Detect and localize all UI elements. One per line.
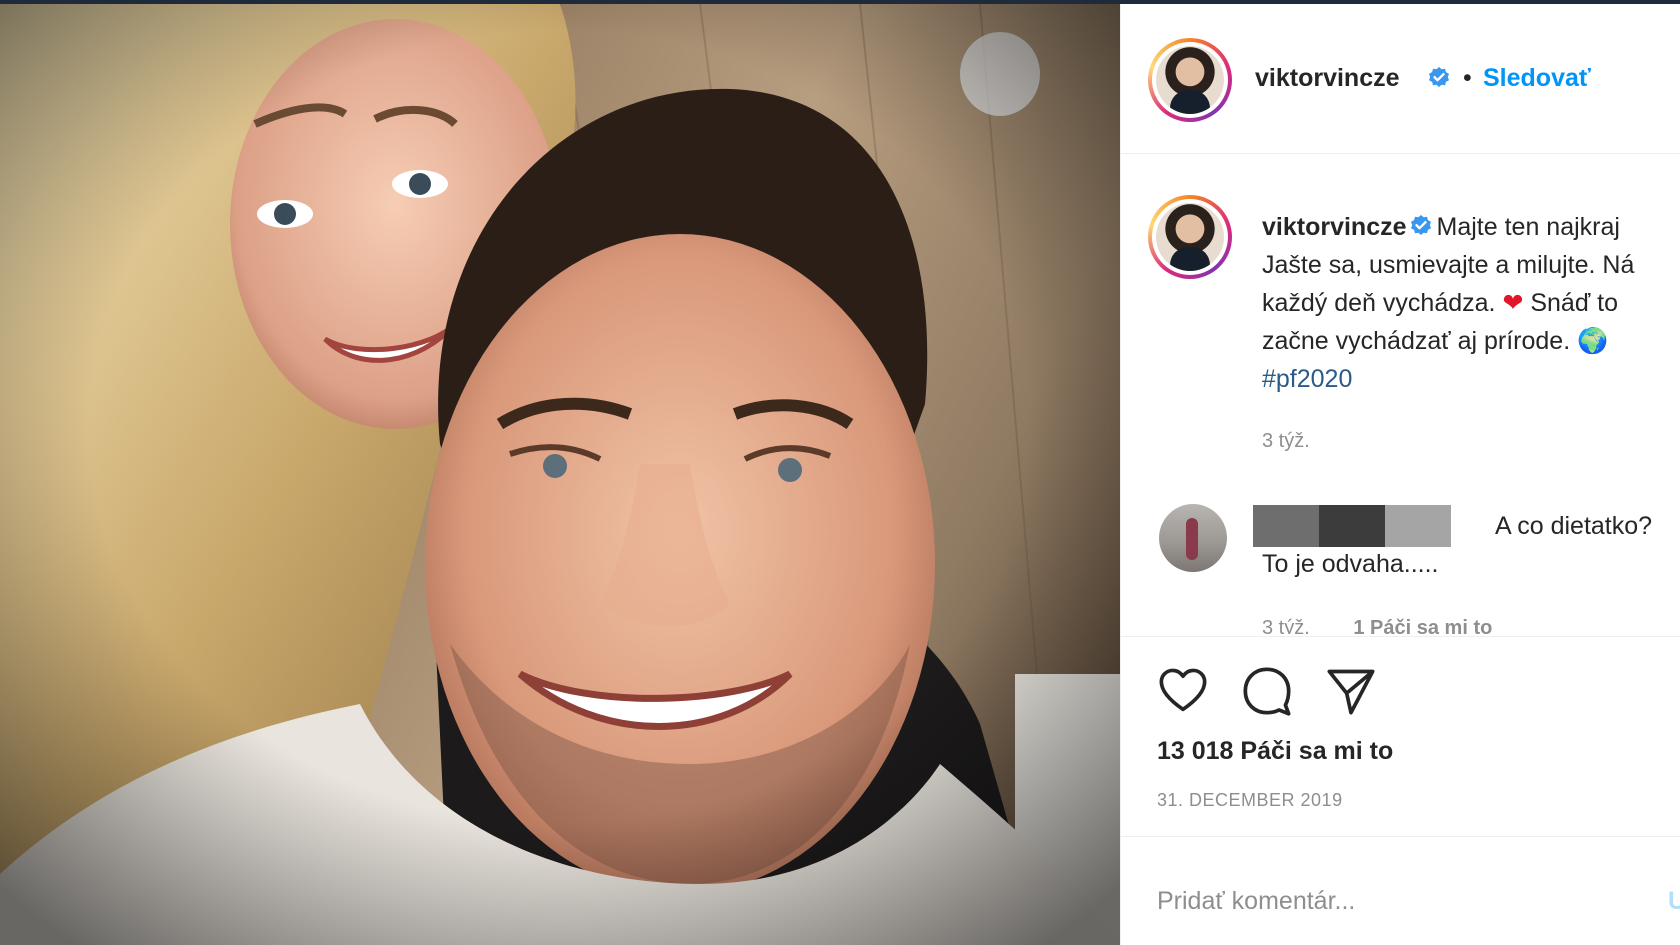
verified-badge-icon <box>1410 215 1431 235</box>
hashtag-link[interactable]: #pf2020 <box>1262 360 1680 398</box>
caption-username[interactable]: viktorvincze <box>1262 213 1407 241</box>
heart-emoji: ❤ <box>1502 289 1524 317</box>
post-header: viktorvincze • Sledovať <box>1121 4 1680 154</box>
commenter-avatar[interactable] <box>1159 504 1227 572</box>
caption-text-line3: každý deň vychádza. <box>1262 289 1496 317</box>
author-username[interactable]: viktorvincze <box>1255 64 1400 93</box>
caption-text-line2: Jašte sa, usmievajte a milujte. Ná <box>1262 251 1635 279</box>
likes-count[interactable]: 13 018 Páči sa mi to <box>1157 737 1393 766</box>
globe-emoji: 🌍 <box>1577 327 1609 355</box>
redacted-username-block <box>1385 505 1451 547</box>
caption-text-line3b: Snáď to <box>1530 289 1618 317</box>
heart-icon[interactable] <box>1157 665 1209 717</box>
caption-timestamp[interactable]: 3 týž. <box>1262 430 1310 453</box>
follow-button[interactable]: Sledovať <box>1483 64 1591 93</box>
comment-text-line2: To je odvaha..... <box>1262 550 1439 578</box>
comment-meta: 3 týž. 1 Páči sa mi to <box>1262 614 1662 634</box>
comment-likes[interactable]: 1 Páči sa mi to <box>1353 617 1492 634</box>
caption-author-avatar[interactable] <box>1148 195 1232 279</box>
comment-timestamp[interactable]: 3 týž. <box>1262 617 1310 634</box>
redacted-username-block <box>1253 505 1319 547</box>
author-avatar[interactable] <box>1148 38 1232 122</box>
paper-plane-icon[interactable] <box>1325 665 1377 717</box>
selfie-illustration <box>0 4 1120 945</box>
verified-badge-icon <box>1429 67 1449 87</box>
post-actions: 13 018 Páči sa mi to 31. DECEMBER 2019 <box>1121 636 1680 846</box>
caption-text-line4: začne vychádzať aj prírode. <box>1262 327 1571 355</box>
post-photo[interactable] <box>0 4 1120 945</box>
post-side-panel: viktorvincze • Sledovať viktorvincze Maj… <box>1120 4 1680 945</box>
post-caption: viktorvincze Majte ten najkraj Jašte sa,… <box>1262 208 1680 398</box>
add-comment-input[interactable]: Pridať komentár... <box>1157 887 1355 916</box>
caption-text-line1: Majte ten najkraj <box>1436 213 1620 241</box>
header-separator: • <box>1463 64 1472 92</box>
post-date[interactable]: 31. DECEMBER 2019 <box>1157 790 1343 811</box>
post-comment-button[interactable]: U <box>1668 887 1680 916</box>
add-comment-bar: Pridať komentár... U <box>1121 836 1680 945</box>
comment-text-line1: A co dietatko? <box>1495 512 1653 540</box>
comment-bubble-icon[interactable] <box>1241 665 1293 717</box>
redacted-username-block <box>1319 505 1385 547</box>
